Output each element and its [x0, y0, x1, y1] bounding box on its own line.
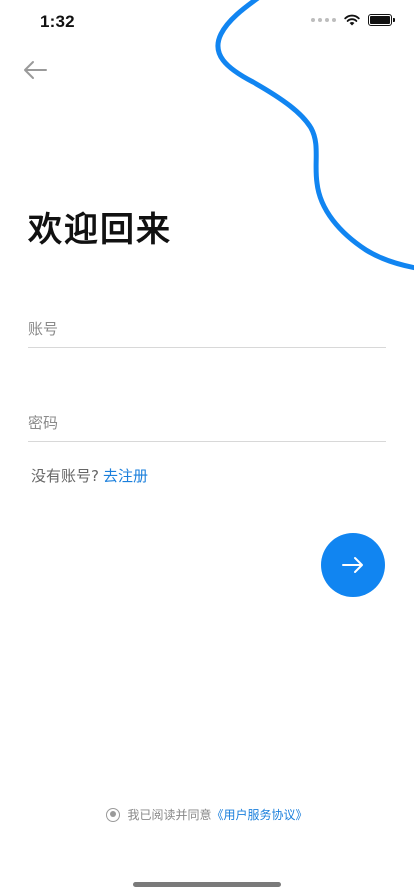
back-button[interactable] — [20, 55, 50, 85]
home-indicator — [133, 882, 281, 887]
register-row: 没有账号? 去注册 — [31, 465, 148, 486]
account-field — [28, 311, 386, 348]
arrow-right-icon — [342, 557, 363, 573]
status-icons — [311, 14, 395, 26]
password-input[interactable] — [28, 405, 386, 441]
signal-icon — [311, 18, 336, 22]
page-title: 欢迎回来 — [28, 210, 172, 250]
agreement-radio[interactable] — [106, 807, 121, 822]
register-prompt: 没有账号? — [31, 467, 99, 485]
arrow-left-icon — [24, 61, 47, 79]
register-link[interactable]: 去注册 — [103, 467, 148, 485]
decorative-curve — [215, 0, 414, 271]
account-input[interactable] — [28, 311, 386, 347]
battery-icon — [368, 14, 395, 26]
submit-button[interactable] — [321, 533, 385, 597]
login-screen: 1:32 欢迎回来 没有账号?去注册 我已 — [0, 0, 414, 896]
password-field — [28, 405, 386, 442]
agreement-link[interactable]: 《用户服务协议》 — [212, 806, 308, 823]
agreement-text: 我已阅读并同意 — [127, 808, 212, 822]
agreement-row: 我已阅读并同意 《用户服务协议》 — [0, 806, 414, 823]
wifi-icon — [344, 14, 360, 26]
status-time: 1:32 — [40, 12, 75, 31]
